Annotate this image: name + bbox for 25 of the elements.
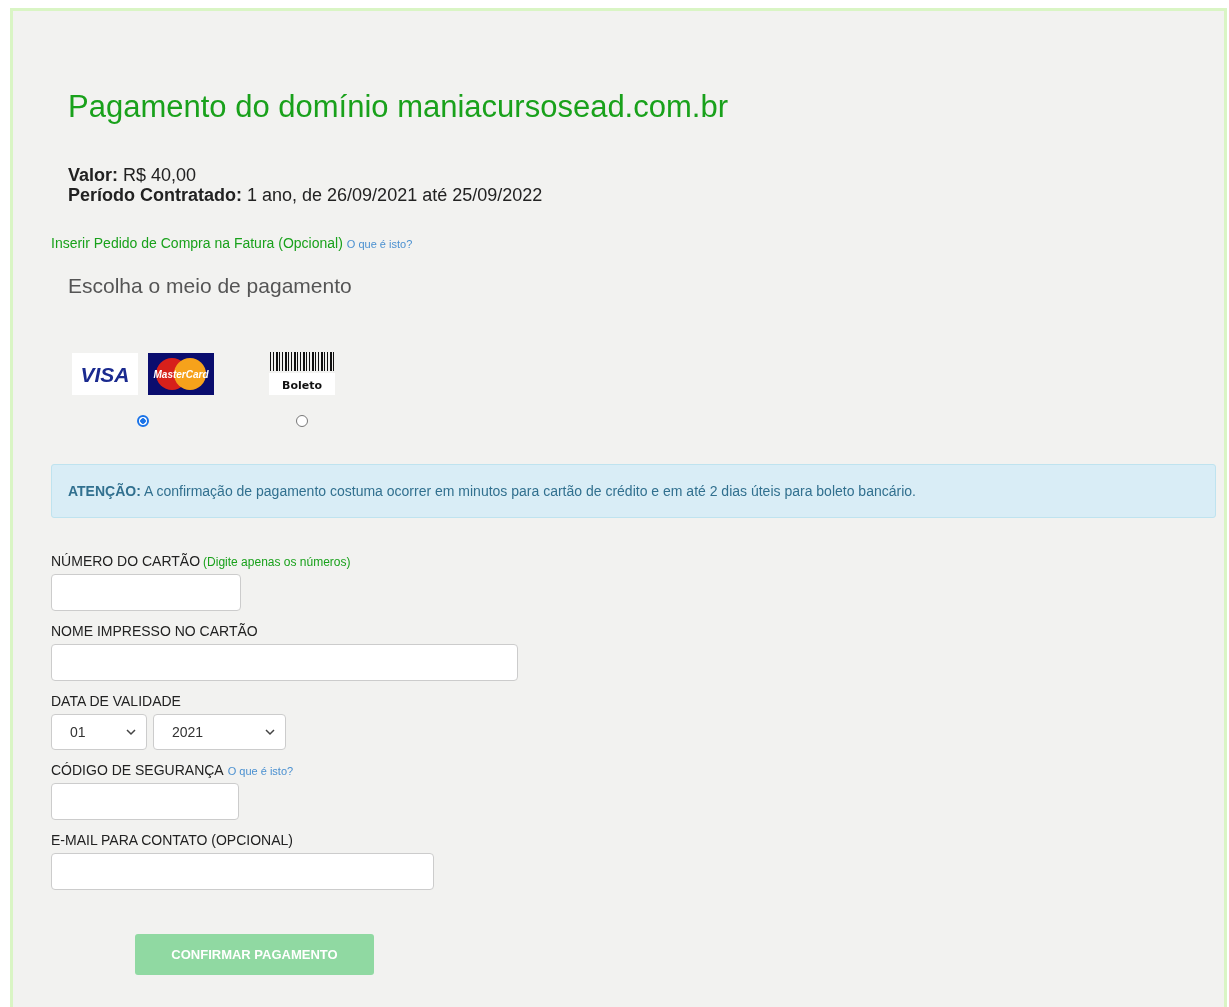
help-link[interactable]: O que é isto? — [346, 238, 413, 250]
input-field[interactable] — [51, 783, 239, 820]
card-logo-icon: VISA — [72, 353, 138, 395]
section-heading: Escolha o meio de pagamento — [68, 274, 353, 298]
field-label: NÚMERO DO CARTÃO — [51, 553, 201, 569]
chevron-down-icon — [126, 728, 136, 736]
field-label: NOME IMPRESSO NO CARTÃO — [51, 623, 258, 639]
alert-text: ATENÇÃO: A confirmação de pagamento costuma ocorrer em minutos para cartão de crédito e em até 2 dias úteis para boleto bancário. — [68, 483, 916, 499]
field-label: CÓDIGO DE SEGURANÇA — [51, 762, 224, 778]
purchase-order-link[interactable]: Inserir Pedido de Compra na Fatura (Opcional) — [51, 235, 343, 251]
select-field[interactable]: 2021 — [153, 714, 286, 750]
summary-line: Valor: R$ 40,00 — [68, 165, 198, 185]
input-field[interactable] — [51, 853, 434, 890]
page-title: Pagamento do domínio maniacursosead.com.br — [68, 89, 729, 125]
chevron-down-icon — [265, 728, 275, 736]
field-label: E-MAIL PARA CONTATO (OPCIONAL) — [51, 832, 293, 848]
select-field[interactable]: 01 — [51, 714, 147, 750]
radio-button[interactable] — [137, 415, 149, 427]
summary-line: Período Contratado: 1 ano, de 26/09/2021 até 25/09/2022 — [68, 185, 544, 205]
field-label: DATA DE VALIDADE — [51, 693, 181, 709]
help-link[interactable]: O que é isto? — [227, 765, 294, 777]
field-hint: (Digite apenas os números) — [203, 555, 351, 569]
input-field[interactable] — [51, 644, 518, 681]
radio-button[interactable] — [296, 415, 308, 427]
input-field[interactable] — [51, 574, 241, 611]
